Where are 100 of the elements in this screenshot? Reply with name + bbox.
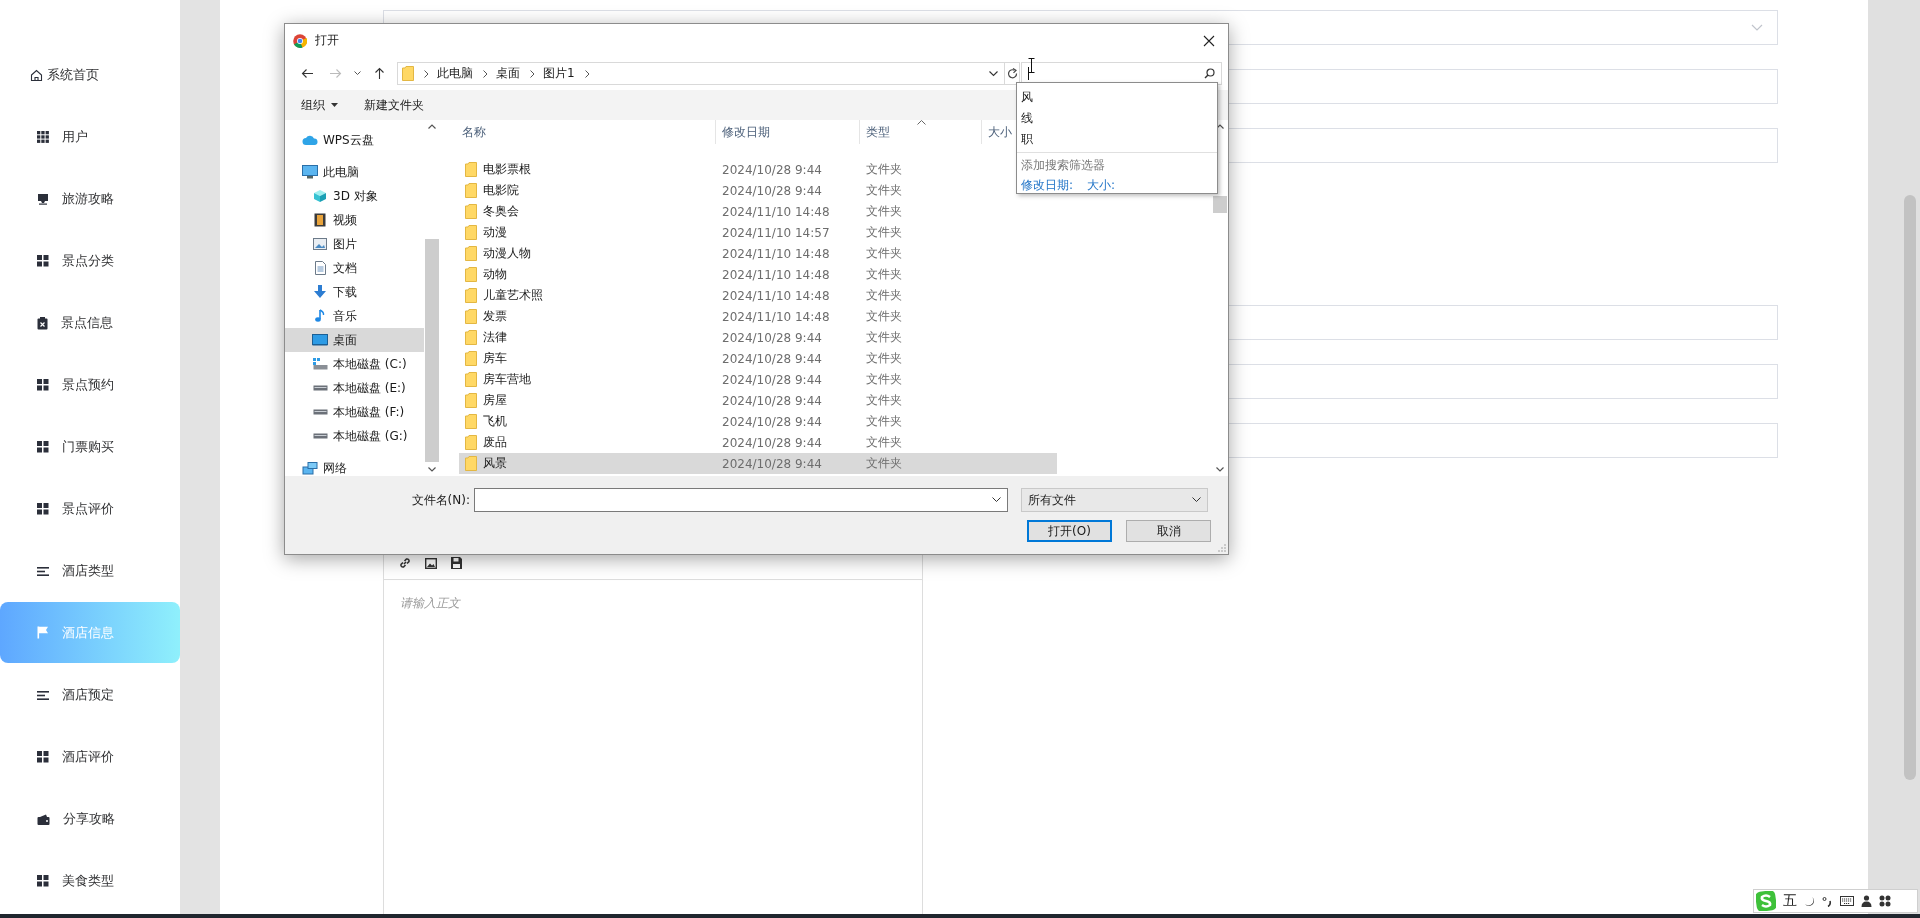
folder-icon [465,183,477,198]
breadcrumb[interactable]: 图片1 [543,63,575,84]
file-type: 文件夹 [866,371,903,388]
file-row[interactable]: 废品 2024/10/28 9:44 文件夹 [459,432,1009,453]
folder-icon [465,393,477,408]
file-name: 动漫 [483,224,507,241]
suggestion-item[interactable]: 职 [1017,129,1217,150]
sidebar-item[interactable]: 用户 [0,106,180,168]
apps-icon [1879,895,1891,907]
file-name: 发票 [483,308,507,325]
grid-icon [37,441,49,453]
file-row[interactable]: 电影票根 2024/10/28 9:44 文件夹 [459,159,1009,180]
sidebar-item[interactable]: 美食类型 [0,850,180,912]
browser-logo-icon [293,33,307,48]
file-date: 2024/10/28 9:44 [722,183,823,198]
filename-field[interactable] [474,488,1008,512]
suggestion-item[interactable]: 风 [1017,87,1217,108]
nav-item[interactable]: 3D 对象 [285,184,424,208]
nav-item[interactable]: 音乐 [285,304,424,328]
file-row[interactable]: 电影院 2024/10/28 9:44 文件夹 [459,180,1009,201]
file-name: 法律 [483,329,507,346]
file-row[interactable]: 冬奥会 2024/11/10 14:48 文件夹 [459,201,1009,222]
file-row[interactable]: 房车 2024/10/28 9:44 文件夹 [459,348,1009,369]
nav-item[interactable]: 文档 [285,256,424,280]
file-row[interactable]: 房车营地 2024/10/28 9:44 文件夹 [459,369,1009,390]
sidebar-item[interactable]: 景点预约 [0,354,180,416]
sidebar-item[interactable]: 景点评价 [0,478,180,540]
address-bar[interactable]: 此电脑 桌面 图片1 [397,62,1005,85]
nav-item[interactable]: 下载 [285,280,424,304]
file-row[interactable]: 动漫 2024/11/10 14:57 文件夹 [459,222,1009,243]
input-mode[interactable]: 五 [1783,892,1797,910]
column-header[interactable]: 修改日期 [716,120,860,144]
filter-link[interactable]: 大小: [1087,176,1116,194]
suggestion-item[interactable]: 线 [1017,108,1217,129]
file-date: 2024/10/28 9:44 [722,456,823,471]
file-name: 废品 [483,434,507,451]
nav-item[interactable]: 视频 [285,208,424,232]
file-type: 文件夹 [866,434,903,451]
sidebar-item[interactable]: 门票购买 [0,416,180,478]
folder-icon [465,246,477,261]
sidebar-item[interactable]: 分享攻略 [0,788,180,850]
column-header[interactable]: 类型 [860,120,982,144]
scrollbar-thumb[interactable] [1213,196,1227,213]
sidebar-item[interactable]: 旅游攻略 [0,168,180,230]
file-type: 文件夹 [866,161,903,178]
scrollbar-thumb[interactable] [425,239,439,462]
nav-item[interactable]: 本地磁盘 (E:) [285,376,424,400]
file-type: 文件夹 [866,329,903,346]
file-row[interactable]: 飞机 2024/10/28 9:44 文件夹 [459,411,1009,432]
nav-item[interactable]: 网络 [285,456,424,476]
sidebar-item[interactable]: 景点信息 [0,292,180,354]
list-scrollbar[interactable] [1212,120,1228,476]
file-row[interactable]: 动物 2024/11/10 14:48 文件夹 [459,264,1009,285]
nav-item[interactable]: WPS云盘 [285,128,424,152]
breadcrumb[interactable]: 此电脑 [437,63,473,84]
nav-item[interactable]: 桌面 [285,328,424,352]
file-row[interactable]: 法律 2024/10/28 9:44 文件夹 [459,327,1009,348]
chevron-down-icon [353,71,361,76]
sidebar-item[interactable]: 酒店类型 [0,540,180,602]
file-name: 飞机 [483,413,507,430]
file-row[interactable]: 风景 2024/10/28 9:44 文件夹 [459,453,1057,474]
film-icon [314,213,326,227]
cloud-icon [302,134,318,146]
search-icon [1204,68,1215,79]
file-name: 房车营地 [483,371,531,388]
nav-item[interactable]: 本地磁盘 (G:) [285,424,424,448]
image-icon [425,558,437,569]
file-row[interactable]: 房屋 2024/10/28 9:44 文件夹 [459,390,1009,411]
sidebar-item[interactable]: 酒店评价 [0,726,180,788]
link-button[interactable] [398,556,412,570]
drive-icon [312,358,328,370]
sidebar-item[interactable]: 系统首页 [0,44,180,106]
scrollbar-thumb[interactable] [1904,195,1916,780]
dialog-button[interactable]: 打开(O) [1027,520,1112,542]
toolbar-button[interactable]: 新建文件夹 [362,93,426,117]
folder-icon [465,456,477,471]
file-name: 动漫人物 [483,245,531,262]
file-type: 文件夹 [866,413,903,430]
column-header[interactable]: 名称 [440,120,716,144]
file-type-dropdown[interactable]: 所有文件 [1021,488,1208,512]
file-row[interactable]: 儿童艺术照 2024/11/10 14:48 文件夹 [459,285,1009,306]
column-header[interactable]: 大小 [982,120,1015,144]
sidebar-item[interactable]: 景点分类 [0,230,180,292]
filter-link[interactable]: 修改日期: [1021,176,1074,194]
file-name: 电影院 [483,182,519,199]
file-date: 2024/11/10 14:48 [722,204,831,219]
nav-item[interactable]: 本地磁盘 (C:) [285,352,424,376]
dialog-button[interactable]: 取消 [1126,520,1211,542]
save-button[interactable] [450,556,463,570]
nav-item[interactable]: 本地磁盘 (F:) [285,400,424,424]
breadcrumb[interactable]: 桌面 [496,63,520,84]
file-row[interactable]: 发票 2024/11/10 14:48 文件夹 [459,306,1009,327]
sidebar-item[interactable]: 酒店预定 [0,664,180,726]
toolbar-button[interactable]: 组织 [299,93,340,117]
nav-item[interactable]: 图片 [285,232,424,256]
nav-item[interactable]: 此电脑 [285,160,424,184]
file-name: 儿童艺术照 [483,287,543,304]
file-row[interactable]: 动漫人物 2024/11/10 14:48 文件夹 [459,243,1009,264]
image-button[interactable] [424,557,438,570]
chevron-down-icon [428,467,436,472]
